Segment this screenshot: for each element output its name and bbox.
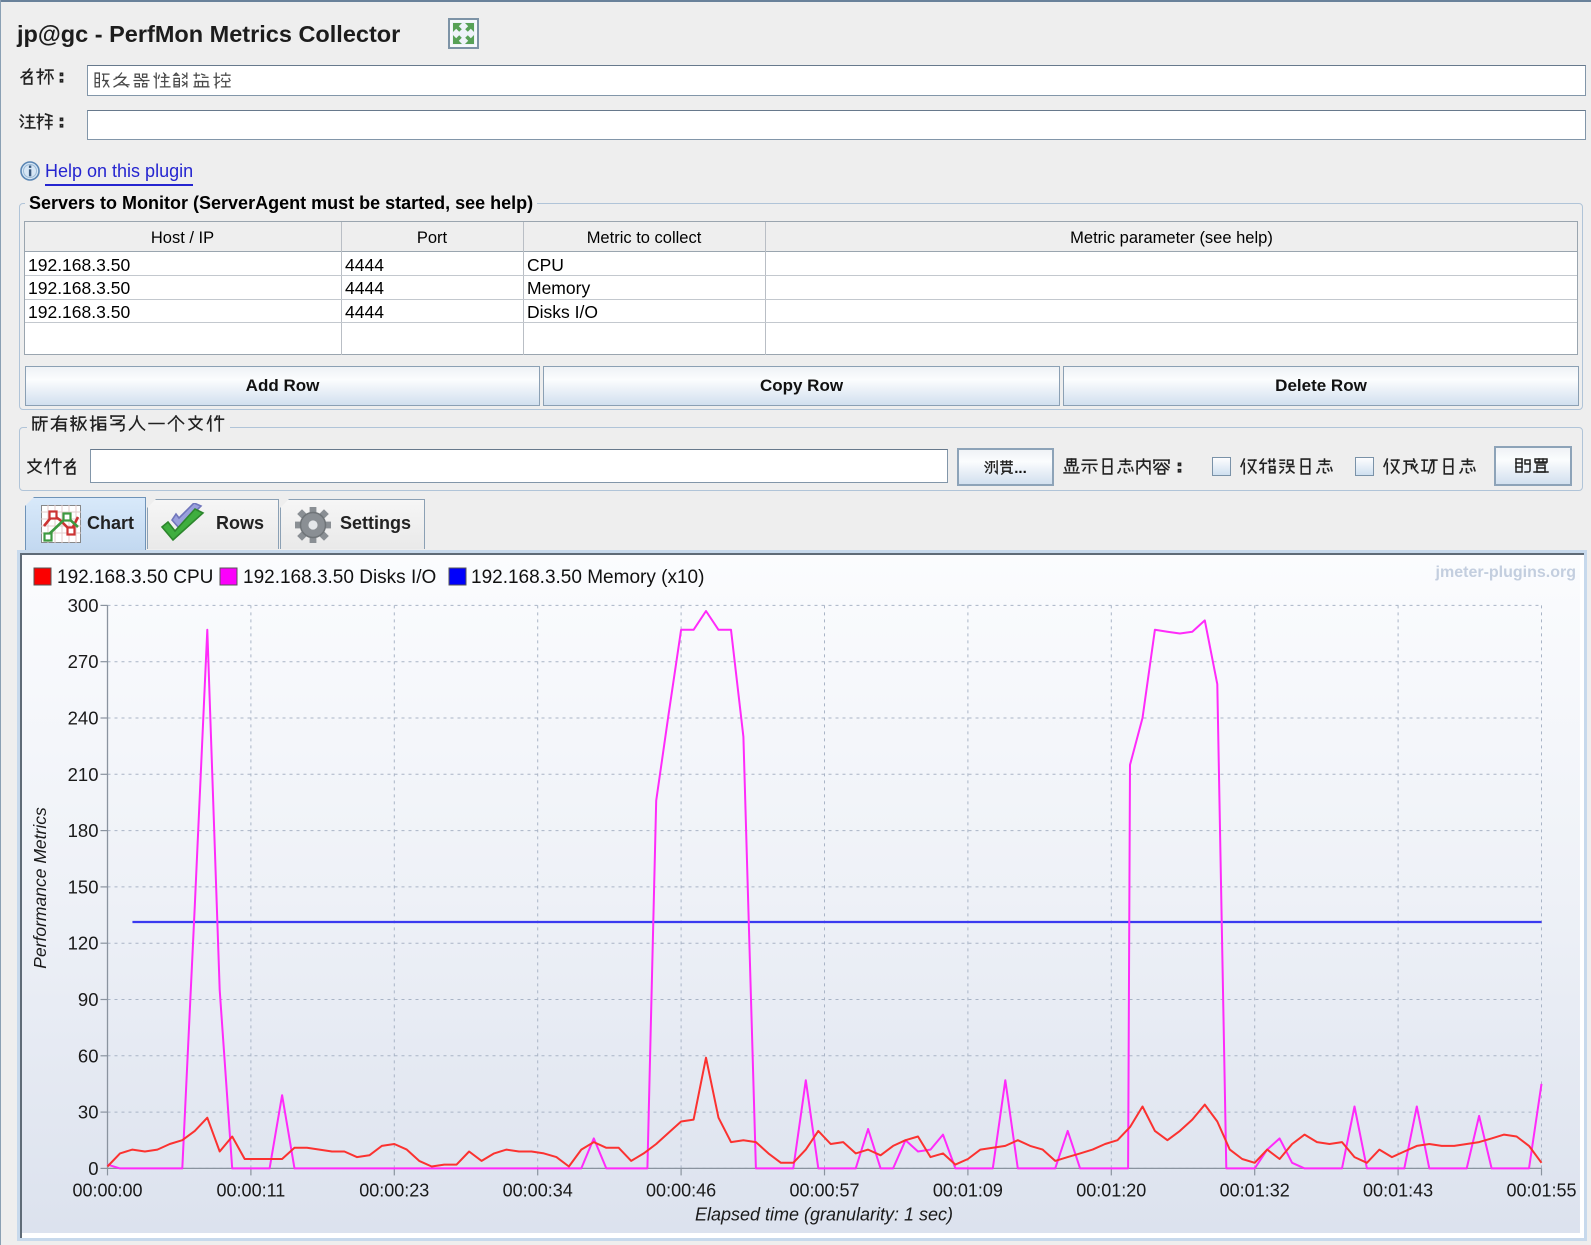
svg-text:270: 270 bbox=[68, 651, 99, 672]
svg-text:jmeter-plugins.org: jmeter-plugins.org bbox=[1435, 564, 1576, 581]
svg-text:192.168.3.50 Memory (x10): 192.168.3.50 Memory (x10) bbox=[471, 567, 704, 588]
svg-text:00:00:46: 00:00:46 bbox=[646, 1180, 716, 1200]
svg-text:00:01:09: 00:01:09 bbox=[933, 1180, 1003, 1200]
svg-text:240: 240 bbox=[68, 708, 99, 729]
svg-text:00:00:23: 00:00:23 bbox=[359, 1180, 429, 1200]
svg-text:210: 210 bbox=[68, 764, 99, 785]
svg-text:00:01:20: 00:01:20 bbox=[1076, 1180, 1146, 1200]
svg-text:30: 30 bbox=[78, 1102, 99, 1123]
svg-text:00:00:34: 00:00:34 bbox=[503, 1180, 573, 1200]
svg-text:00:00:11: 00:00:11 bbox=[217, 1180, 286, 1200]
svg-text:00:01:43: 00:01:43 bbox=[1363, 1180, 1433, 1200]
svg-text:180: 180 bbox=[68, 820, 99, 841]
svg-text:120: 120 bbox=[68, 933, 99, 954]
svg-text:150: 150 bbox=[68, 876, 99, 897]
svg-text:00:00:00: 00:00:00 bbox=[72, 1180, 142, 1200]
svg-text:0: 0 bbox=[88, 1158, 98, 1179]
svg-text:Elapsed time (granularity: 1 s: Elapsed time (granularity: 1 sec) bbox=[695, 1204, 953, 1224]
svg-text:Performance Metrics: Performance Metrics bbox=[30, 807, 50, 969]
svg-text:00:00:57: 00:00:57 bbox=[789, 1180, 859, 1200]
svg-text:90: 90 bbox=[78, 989, 99, 1010]
svg-text:00:01:32: 00:01:32 bbox=[1220, 1180, 1290, 1200]
svg-text:192.168.3.50 Disks I/O: 192.168.3.50 Disks I/O bbox=[243, 567, 436, 588]
svg-text:00:01:55: 00:01:55 bbox=[1506, 1180, 1576, 1200]
svg-text:60: 60 bbox=[78, 1045, 99, 1066]
svg-text:192.168.3.50 CPU: 192.168.3.50 CPU bbox=[57, 567, 213, 588]
svg-text:300: 300 bbox=[68, 595, 99, 616]
